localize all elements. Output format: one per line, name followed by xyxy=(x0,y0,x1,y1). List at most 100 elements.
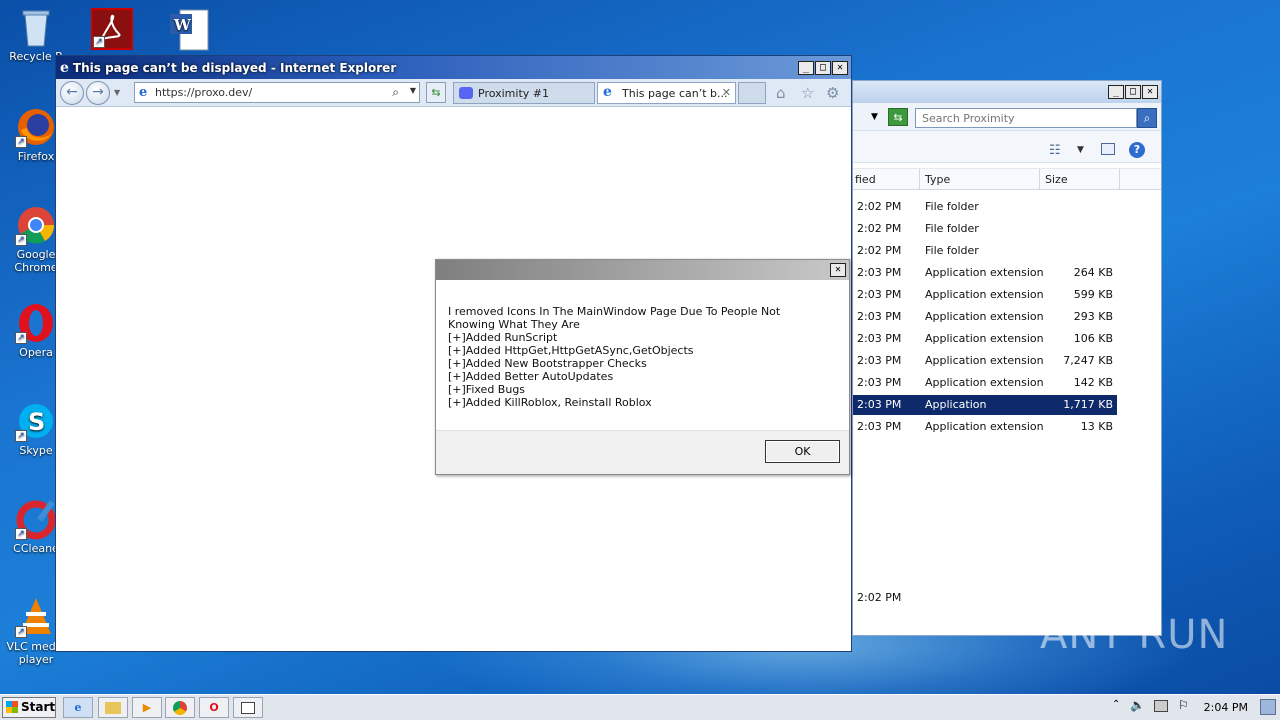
file-date-modified: 2:02 PM xyxy=(857,244,902,257)
show-hidden-icons-chevron-icon[interactable]: ⌃ xyxy=(1112,699,1120,710)
column-type[interactable]: Type xyxy=(925,173,950,186)
tab-error-page[interactable]: e This page can’t b... ✕ xyxy=(597,82,736,104)
windows-logo-icon xyxy=(6,701,18,713)
file-date-modified: 2:03 PM xyxy=(857,332,902,345)
taskbar-app-button[interactable] xyxy=(233,697,263,718)
file-type: Application extension xyxy=(925,376,1044,389)
address-dropdown-icon[interactable]: ▼ xyxy=(410,86,416,95)
skype-icon: S ↗ xyxy=(15,400,57,442)
word-document-icon: W xyxy=(166,8,209,51)
close-tab-icon[interactable]: ✕ xyxy=(722,86,731,99)
anyrun-watermark: ANY RUN xyxy=(1040,612,1229,658)
network-icon[interactable] xyxy=(1154,700,1168,712)
column-size[interactable]: Size xyxy=(1045,173,1068,186)
desktop-icon-acrobat[interactable]: ↗ xyxy=(90,8,134,52)
file-row[interactable]: 2:02 PM File folder xyxy=(853,197,1117,217)
refresh-icon[interactable]: ⇆ xyxy=(887,107,908,126)
taskbar-opera-button[interactable]: O xyxy=(199,697,229,718)
file-row[interactable]: 2:03 PM Application extension 13 KB xyxy=(853,417,1117,437)
file-type: Application extension xyxy=(925,420,1044,433)
taskbar-clock[interactable]: 2:04 PM xyxy=(1204,701,1248,714)
maximize-button[interactable]: □ xyxy=(815,60,831,75)
file-type: Application extension xyxy=(925,288,1044,301)
opera-icon: O xyxy=(209,701,219,714)
view-options-icon[interactable]: ☷ xyxy=(1049,143,1061,158)
file-row[interactable]: 2:03 PM Application extension 7,247 KB xyxy=(853,351,1117,371)
address-dropdown-icon[interactable]: ▼ xyxy=(871,112,878,122)
forward-button[interactable]: → xyxy=(86,80,110,105)
file-size: 142 KB xyxy=(1073,376,1113,389)
close-button[interactable]: ✕ xyxy=(1142,85,1158,99)
explorer-window[interactable]: _ □ ✕ ▼ ⇆ ⌕ ☷ ▼ ? fied Type Size 2:02 PM… xyxy=(852,80,1162,636)
favorites-star-icon[interactable]: ☆ xyxy=(801,84,814,102)
search-icon[interactable]: ⌕ xyxy=(392,85,399,100)
file-type: Application extension xyxy=(925,354,1044,367)
new-tab-button[interactable] xyxy=(738,82,766,104)
file-date-modified: 2:02 PM xyxy=(857,222,902,235)
acrobat-icon: ↗ xyxy=(91,8,133,50)
ok-button[interactable]: OK xyxy=(765,440,840,463)
address-bar[interactable]: e https://proxo.dev/ ⌕ ▼ xyxy=(134,82,420,103)
volume-icon[interactable]: 🔈 xyxy=(1130,698,1145,712)
view-dropdown-icon[interactable]: ▼ xyxy=(1077,145,1084,155)
search-icon[interactable]: ⌕ xyxy=(1137,108,1157,128)
file-row[interactable]: 2:03 PM Application extension 106 KB xyxy=(853,329,1117,349)
tab-proximity[interactable]: Proximity #1 xyxy=(453,82,595,104)
taskbar-media-player-button[interactable]: ▶ xyxy=(132,697,162,718)
show-desktop-button[interactable] xyxy=(1260,699,1276,715)
file-date-modified: 2:03 PM xyxy=(857,376,902,389)
message-box-dialog[interactable]: ✕ I removed Icons In The MainWindow Page… xyxy=(435,259,850,475)
shortcut-arrow-icon: ↗ xyxy=(93,36,105,48)
ie-titlebar[interactable]: e This page can’t be displayed - Interne… xyxy=(56,56,851,79)
start-button[interactable]: Start xyxy=(2,697,56,718)
settings-gear-icon[interactable]: ⚙ xyxy=(826,84,839,102)
shortcut-arrow-icon: ↗ xyxy=(15,332,27,344)
chrome-icon xyxy=(173,701,187,715)
discord-icon xyxy=(459,87,473,99)
file-size: 7,247 KB xyxy=(1063,354,1113,367)
maximize-button[interactable]: □ xyxy=(1125,85,1141,99)
column-date-modified[interactable]: fied xyxy=(855,173,876,186)
minimize-button[interactable]: _ xyxy=(1108,85,1124,99)
close-button[interactable]: ✕ xyxy=(832,60,848,75)
file-size: 1,717 KB xyxy=(1063,398,1113,411)
back-button[interactable]: ← xyxy=(60,80,84,105)
shortcut-arrow-icon: ↗ xyxy=(15,430,27,442)
file-size: 13 KB xyxy=(1080,420,1113,433)
history-dropdown-icon[interactable]: ▼ xyxy=(114,88,120,97)
opera-icon: ↗ xyxy=(15,302,57,344)
help-icon[interactable]: ? xyxy=(1129,142,1145,158)
file-date-modified: 2:03 PM xyxy=(857,420,902,433)
action-center-flag-icon[interactable]: ⚐ xyxy=(1178,698,1189,712)
close-button[interactable]: ✕ xyxy=(830,263,846,277)
address-url: https://proxo.dev/ xyxy=(155,86,253,99)
ie-window-title: This page can’t be displayed - Internet … xyxy=(72,60,397,75)
tab-label: Proximity #1 xyxy=(478,87,549,100)
explorer-command-bar: ☷ ▼ ? xyxy=(853,131,1161,163)
ie-logo-icon: e xyxy=(60,59,69,76)
explorer-titlebar[interactable]: _ □ ✕ xyxy=(853,81,1161,103)
minimize-button[interactable]: _ xyxy=(798,60,814,75)
file-date-modified: 2:03 PM xyxy=(857,398,902,411)
desktop-icon-word[interactable]: W xyxy=(162,8,212,52)
file-type: Application xyxy=(925,398,987,411)
taskbar-explorer-button[interactable] xyxy=(98,697,128,718)
ccleaner-icon: ↗ xyxy=(15,498,57,540)
file-size: 264 KB xyxy=(1073,266,1113,279)
preview-pane-icon[interactable] xyxy=(1101,143,1115,155)
file-row[interactable]: 2:03 PM Application extension 599 KB xyxy=(853,285,1117,305)
file-row[interactable]: 2:03 PM Application extension 142 KB xyxy=(853,373,1117,393)
message-box-caption-buttons: ✕ xyxy=(830,263,846,277)
file-row[interactable]: 2:03 PM Application 1,717 KB xyxy=(853,395,1117,415)
file-size: 599 KB xyxy=(1073,288,1113,301)
home-icon[interactable]: ⌂ xyxy=(776,84,786,102)
taskbar-ie-button[interactable]: e xyxy=(63,697,93,718)
message-box-titlebar[interactable]: ✕ xyxy=(436,260,849,280)
file-row[interactable]: 2:02 PM File folder xyxy=(853,241,1117,261)
file-row[interactable]: 2:02 PM File folder xyxy=(853,219,1117,239)
file-row[interactable]: 2:03 PM Application extension 264 KB xyxy=(853,263,1117,283)
compatibility-refresh-icon[interactable]: ⇆ xyxy=(426,82,446,103)
file-row[interactable]: 2:03 PM Application extension 293 KB xyxy=(853,307,1117,327)
taskbar-chrome-button[interactable] xyxy=(165,697,195,718)
explorer-search-input[interactable] xyxy=(915,108,1137,128)
